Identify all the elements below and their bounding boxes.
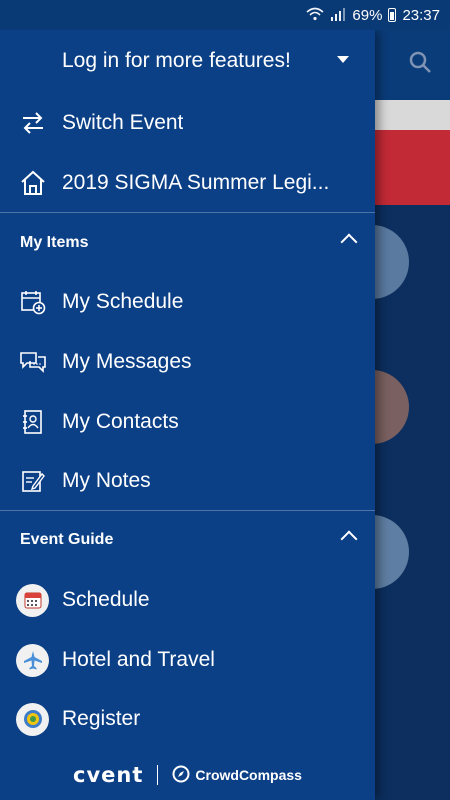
menu-item-label: Schedule <box>62 588 150 611</box>
menu-item-label: Hotel and Travel <box>62 648 215 671</box>
menu-item-label: Register <box>62 707 141 730</box>
calendar-icon <box>16 583 49 617</box>
menu-item-schedule[interactable]: Schedule <box>0 572 375 628</box>
menu-item-hotel-travel[interactable]: Hotel and Travel <box>0 632 375 688</box>
switch-event-item[interactable]: Switch Event <box>0 95 375 151</box>
note-edit-icon <box>18 466 48 496</box>
switch-arrows-icon <box>18 108 48 138</box>
wifi-icon <box>306 7 324 24</box>
chat-bubbles-icon <box>18 347 48 377</box>
clock-time: 23:37 <box>402 6 440 24</box>
search-icon[interactable] <box>408 50 432 74</box>
menu-item-label: My Notes <box>62 469 151 492</box>
crowdcompass-logo: CrowdCompass <box>172 765 302 786</box>
login-label: Log in for more features! <box>62 49 291 72</box>
section-my-items[interactable]: My Items <box>0 223 375 263</box>
menu-item-label: My Schedule <box>62 290 184 313</box>
dropdown-caret-icon[interactable] <box>337 56 349 63</box>
chevron-up-icon[interactable] <box>340 233 358 251</box>
divider <box>0 510 375 511</box>
menu-item-my-schedule[interactable]: My Schedule <box>0 274 375 330</box>
navigation-drawer: Log in for more features! Switch Event 2… <box>0 30 375 800</box>
drawer-footer: cvent CrowdCompass <box>0 750 375 800</box>
section-title: My Items <box>20 234 89 251</box>
crowdcompass-label: CrowdCompass <box>195 767 302 783</box>
menu-item-label: My Contacts <box>62 410 179 433</box>
divider <box>0 212 375 213</box>
signal-icon <box>330 7 346 24</box>
register-seal-icon <box>16 702 49 736</box>
section-title: Event Guide <box>20 531 114 548</box>
contact-book-icon <box>18 407 48 437</box>
current-event-label: 2019 SIGMA Summer Legi... <box>62 171 330 194</box>
home-icon <box>18 168 48 198</box>
airplane-icon <box>16 643 49 677</box>
menu-item-my-notes[interactable]: My Notes <box>0 453 375 509</box>
status-bar: 69% 23:37 <box>0 0 450 30</box>
divider <box>157 765 159 785</box>
compass-icon <box>172 765 190 786</box>
menu-item-my-messages[interactable]: My Messages <box>0 334 375 390</box>
menu-item-my-contacts[interactable]: My Contacts <box>0 394 375 450</box>
switch-event-label: Switch Event <box>62 111 184 134</box>
menu-item-label: My Messages <box>62 350 192 373</box>
battery-icon <box>388 8 397 22</box>
menu-item-register[interactable]: Register <box>0 691 375 747</box>
cvent-logo: cvent <box>73 763 144 787</box>
chevron-up-icon[interactable] <box>340 530 358 548</box>
section-event-guide[interactable]: Event Guide <box>0 520 375 560</box>
login-prompt[interactable]: Log in for more features! <box>0 30 375 92</box>
calendar-add-icon <box>18 287 48 317</box>
battery-percent: 69% <box>352 6 383 24</box>
current-event-item[interactable]: 2019 SIGMA Summer Legi... <box>0 155 375 211</box>
